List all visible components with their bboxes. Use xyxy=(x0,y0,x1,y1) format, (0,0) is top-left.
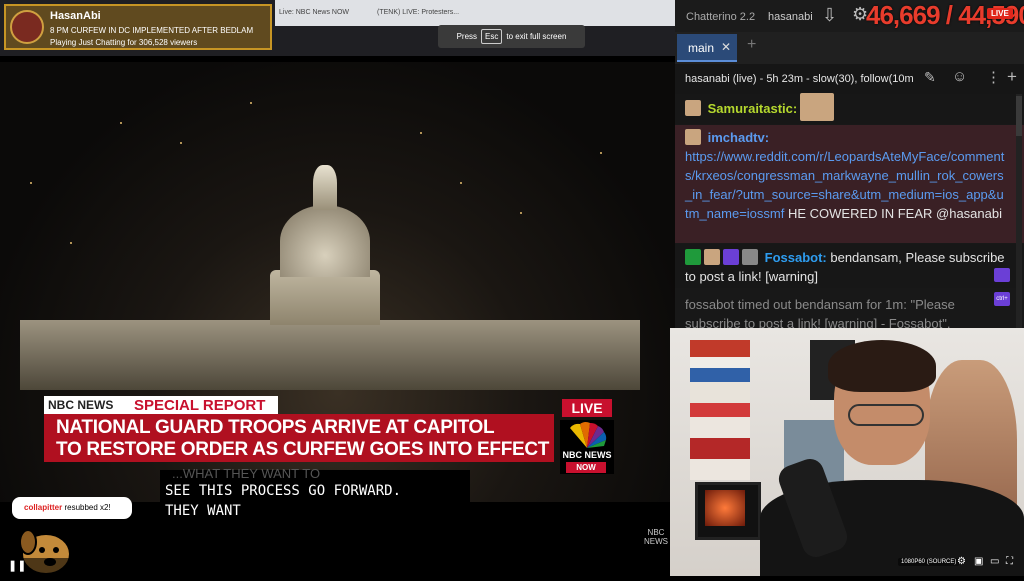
capitol-drum xyxy=(270,270,380,325)
caption-previous-line: ...WHAT THEY WANT TO xyxy=(172,466,321,481)
capitol-building xyxy=(20,320,640,390)
streamer-hair xyxy=(828,340,936,392)
browser-tab-1[interactable]: Live: NBC News NOW xyxy=(279,9,349,16)
download-icon[interactable]: ⇩ xyxy=(822,5,837,26)
capitol-lantern xyxy=(313,165,337,210)
nbc-bug: NBC NEWS xyxy=(644,528,668,546)
live-badge: LIVE xyxy=(562,399,612,417)
fullscreen-notice-after: to exit full screen xyxy=(506,32,567,41)
stream-subtitle: Playing Just Chatting for 306,528 viewer… xyxy=(50,38,198,47)
fullscreen-icon[interactable]: ⛶ xyxy=(1006,556,1013,567)
sub-badge-icon xyxy=(685,129,701,145)
framed-art-inner xyxy=(705,490,745,526)
fullscreen-notice-before: Press xyxy=(456,32,478,41)
add-tab-button[interactable]: + xyxy=(747,36,756,54)
sub-badge-icon xyxy=(704,249,720,265)
verified-icon xyxy=(723,249,739,265)
split-title: hasanabi (live) - 5h 23m - slow(30), fol… xyxy=(685,73,914,85)
caption-line-2: THEY WANT xyxy=(165,503,241,519)
esc-key: Esc xyxy=(481,29,503,44)
close-icon[interactable]: ✕ xyxy=(721,40,731,54)
theatre-icon[interactable]: ▭ xyxy=(990,556,999,567)
stream-title: 8 PM CURFEW IN DC IMPLEMENTED AFTER BEDL… xyxy=(50,26,254,35)
caption-line-1: SEE THIS PROCESS GO FORWARD. xyxy=(165,483,402,499)
nbc-news-logo: NBC NEWS xyxy=(48,398,114,412)
chat-text: HE COWERED IN FEAR @hasanabi xyxy=(784,206,1002,221)
chat-username[interactable]: Samuraitastic: xyxy=(708,101,798,116)
fullscreen-notice: Press Esc to exit full screen xyxy=(438,25,585,48)
browser-tab-2[interactable]: (TENK) LIVE: Protesters... xyxy=(377,9,459,16)
capitol-dome xyxy=(280,205,370,277)
users-icon[interactable]: ☺ xyxy=(952,68,967,85)
tab-main-label: main xyxy=(688,41,715,55)
chat-scroll-thumb[interactable] xyxy=(1016,96,1022,136)
live-indicator: LIVE xyxy=(987,8,1013,19)
pause-icon[interactable]: ❚❚ xyxy=(8,559,26,572)
pencil-icon[interactable]: ✎ xyxy=(924,69,936,86)
special-report-label: SPECIAL REPORT xyxy=(134,397,266,414)
chat-username[interactable]: Fossabot: xyxy=(765,250,827,265)
gear-badge-icon xyxy=(742,249,758,265)
resub-alert: collapitter resubbed x2! xyxy=(12,497,132,519)
resub-user: collapitter xyxy=(24,503,63,512)
bookshelf xyxy=(690,340,750,480)
chat-username[interactable]: imchadtv: xyxy=(708,130,769,145)
avatar xyxy=(10,10,44,44)
chat-message[interactable]: Fossabot: bendansam, Please subscribe to… xyxy=(685,248,1007,286)
app-name: Chatterino 2.2 xyxy=(686,11,756,23)
headline-line-2: TO RESTORE ORDER AS CURFEW GOES INTO EFF… xyxy=(56,439,550,460)
mod-sword-icon xyxy=(685,249,701,265)
streamer-name: HasanAbi xyxy=(50,10,101,22)
sub-badge-icon xyxy=(685,100,701,116)
crown-icon xyxy=(994,268,1010,282)
quality-badge[interactable]: 1080P60 (SOURCE) xyxy=(898,558,960,566)
glasses xyxy=(848,404,924,426)
chat-message[interactable]: imchadtv: https://www.reddit.com/r/Leopa… xyxy=(685,128,1007,223)
emote-icon xyxy=(800,93,834,121)
pip-icon[interactable]: ▣ xyxy=(974,556,983,567)
channel-name: hasanabi xyxy=(768,11,813,23)
video-controls xyxy=(0,558,675,576)
nbc-news-tag: NBC NEWS xyxy=(562,450,612,460)
browser-tab-strip: Live: NBC News NOW (TENK) LIVE: Proteste… xyxy=(275,0,675,26)
now-tag: NOW xyxy=(566,462,606,473)
ctrl-badge: ctrl+ xyxy=(994,292,1010,306)
plus-icon[interactable]: + xyxy=(1007,67,1017,87)
resub-text: resubbed x2! xyxy=(64,503,111,512)
settings-gear-icon[interactable]: ⚙ xyxy=(957,556,966,567)
chat-message[interactable]: Samuraitastic: xyxy=(685,99,1007,118)
kebab-icon[interactable]: ⋮ xyxy=(986,68,1001,86)
headline-line-1: NATIONAL GUARD TROOPS ARRIVE AT CAPITOL xyxy=(56,417,495,438)
